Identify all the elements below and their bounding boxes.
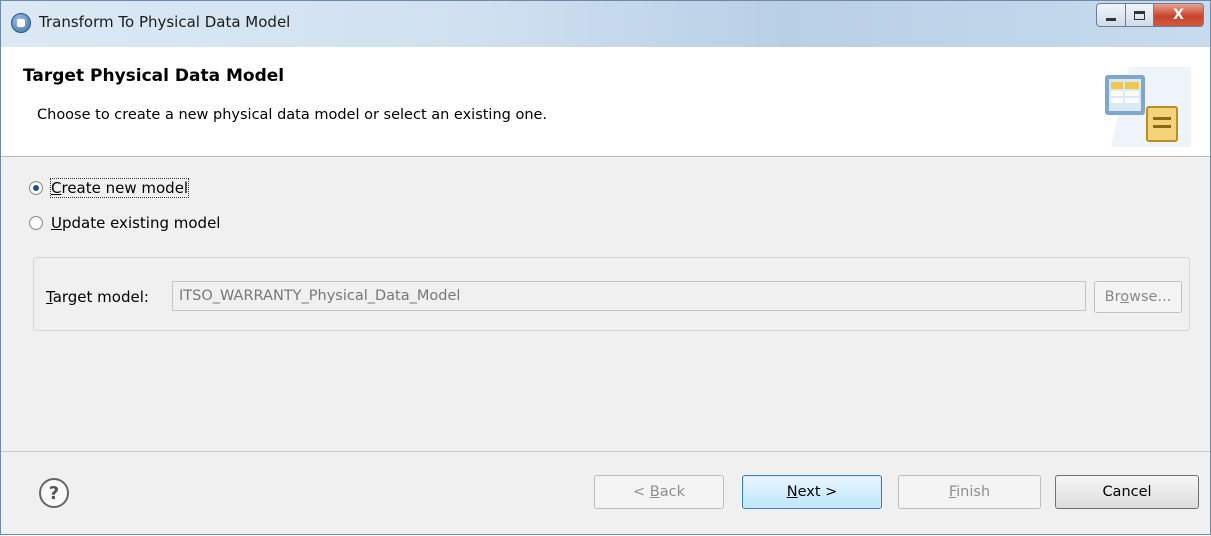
finish-button[interactable]: Finish — [898, 475, 1041, 509]
back-button[interactable]: < Back — [594, 475, 724, 509]
create-new-label[interactable]: Create new model — [49, 178, 190, 198]
next-button[interactable]: Next > — [742, 475, 882, 509]
app-icon — [11, 13, 31, 33]
maximize-icon — [1134, 10, 1145, 20]
cancel-button[interactable]: Cancel — [1055, 475, 1199, 509]
target-model-group: Target model: Browse... — [33, 257, 1190, 331]
browse-button[interactable]: Browse... — [1094, 281, 1182, 313]
help-icon[interactable]: ? — [39, 478, 69, 508]
button-bar: ? < Back Next > Finish Cancel — [1, 451, 1210, 536]
window-title: Transform To Physical Data Model — [39, 13, 291, 31]
target-model-field[interactable] — [172, 281, 1086, 311]
update-existing-label[interactable]: Update existing model — [51, 214, 220, 232]
wizard-banner: Target Physical Data Model Choose to cre… — [1, 47, 1210, 157]
dialog-window: Transform To Physical Data Model X Targe… — [0, 0, 1211, 535]
wizard-table-icon — [1105, 67, 1191, 147]
page-title: Target Physical Data Model — [23, 66, 285, 86]
close-icon: X — [1173, 7, 1184, 23]
update-existing-option[interactable]: Update existing model — [29, 214, 220, 232]
wizard-content: Create new model Update existing model T… — [1, 158, 1210, 451]
window-controls: X — [1096, 3, 1204, 27]
maximize-button[interactable] — [1126, 3, 1154, 27]
target-model-label: Target model: — [46, 288, 149, 306]
close-button[interactable]: X — [1154, 3, 1204, 27]
minimize-icon — [1106, 17, 1116, 21]
create-new-option[interactable]: Create new model — [29, 178, 190, 198]
title-bar[interactable]: Transform To Physical Data Model X — [1, 1, 1210, 47]
page-description: Choose to create a new physical data mod… — [37, 107, 548, 123]
update-existing-radio[interactable] — [29, 216, 43, 230]
create-new-radio[interactable] — [29, 181, 43, 195]
minimize-button[interactable] — [1096, 3, 1126, 27]
